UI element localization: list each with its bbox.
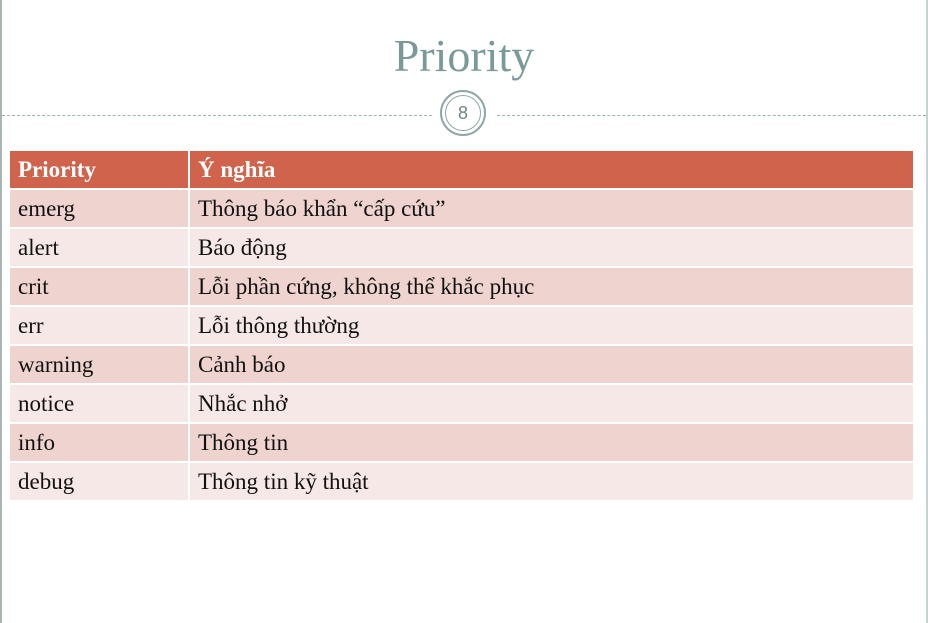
priority-cell: emerg [10, 189, 190, 229]
meaning-cell: Lỗi phần cứng, không thể khắc phục [189, 267, 913, 307]
priority-cell: debug [10, 462, 190, 502]
table-row: err Lỗi thông thường [10, 306, 913, 346]
priority-cell: crit [10, 267, 190, 307]
title-divider-right [497, 115, 926, 116]
meaning-cell: Thông tin [189, 423, 913, 463]
priority-cell: warning [10, 345, 190, 385]
table-row: crit Lỗi phần cứng, không thể khắc phục [10, 267, 913, 307]
table-row: info Thông tin [10, 423, 913, 463]
meaning-cell: Báo động [189, 228, 913, 268]
slide-left-border [0, 0, 2, 623]
table-row: debug Thông tin kỹ thuật [10, 462, 913, 502]
priority-table: Priority Ý nghĩa emerg Thông báo khẩn “c… [10, 151, 913, 502]
table-header-row: Priority Ý nghĩa [10, 151, 913, 190]
title-divider-left [2, 115, 432, 116]
meaning-cell: Cảnh báo [189, 345, 913, 385]
slide-title: Priority [393, 30, 535, 81]
table-row: warning Cảnh báo [10, 345, 913, 385]
priority-cell: notice [10, 384, 190, 424]
priority-cell: info [10, 423, 190, 463]
priority-cell: err [10, 306, 190, 346]
meaning-cell: Lỗi thông thường [189, 306, 913, 346]
table-row: notice Nhắc nhở [10, 384, 913, 424]
meaning-cell: Thông tin kỹ thuật [189, 462, 913, 502]
slide-number: 8 [445, 95, 481, 131]
header-meaning: Ý nghĩa [189, 151, 913, 190]
meaning-cell: Thông báo khẩn “cấp cứu” [189, 189, 913, 229]
table-row: alert Báo động [10, 228, 913, 268]
header-priority: Priority [10, 151, 190, 190]
meaning-cell: Nhắc nhở [189, 384, 913, 424]
priority-cell: alert [10, 228, 190, 268]
slide-number-badge: 8 [440, 90, 486, 136]
table-row: emerg Thông báo khẩn “cấp cứu” [10, 189, 913, 229]
